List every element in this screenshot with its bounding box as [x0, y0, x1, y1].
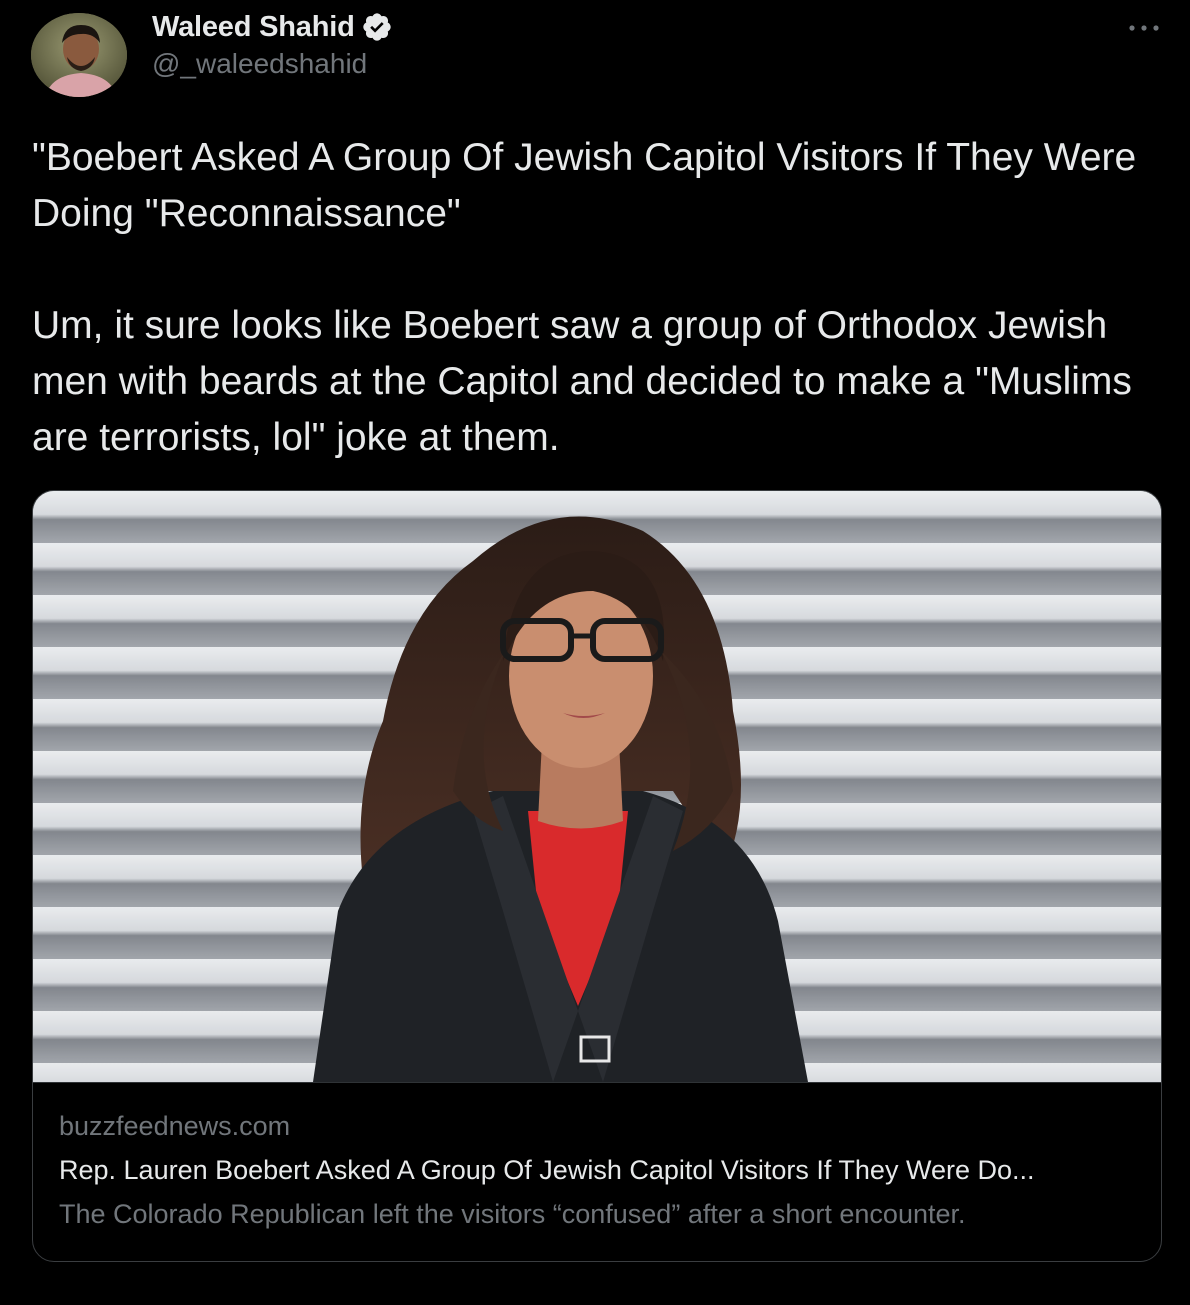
- more-options-icon[interactable]: [1126, 16, 1162, 40]
- card-description: The Colorado Republican left the visitor…: [59, 1199, 966, 1229]
- verified-badge-icon: [361, 11, 393, 43]
- author-name[interactable]: Waleed Shahid: [152, 11, 355, 44]
- author-name-row[interactable]: Waleed Shahid: [152, 8, 393, 46]
- avatar[interactable]: [31, 13, 127, 97]
- author-handle[interactable]: @_waleedshahid: [152, 48, 367, 80]
- card-photo: [33, 491, 1161, 1082]
- link-preview-card[interactable]: buzzfeednews.com Rep. Lauren Boebert Ask…: [32, 490, 1162, 1262]
- tweet: Waleed Shahid @_waleedshahid "Boebert As…: [0, 0, 1190, 1305]
- card-image[interactable]: [33, 491, 1161, 1083]
- card-domain: buzzfeednews.com: [59, 1111, 291, 1141]
- card-title[interactable]: Rep. Lauren Boebert Asked A Group Of Jew…: [59, 1155, 1139, 1186]
- tweet-text: "Boebert Asked A Group Of Jewish Capitol…: [32, 136, 1137, 459]
- avatar-photo: [31, 13, 127, 97]
